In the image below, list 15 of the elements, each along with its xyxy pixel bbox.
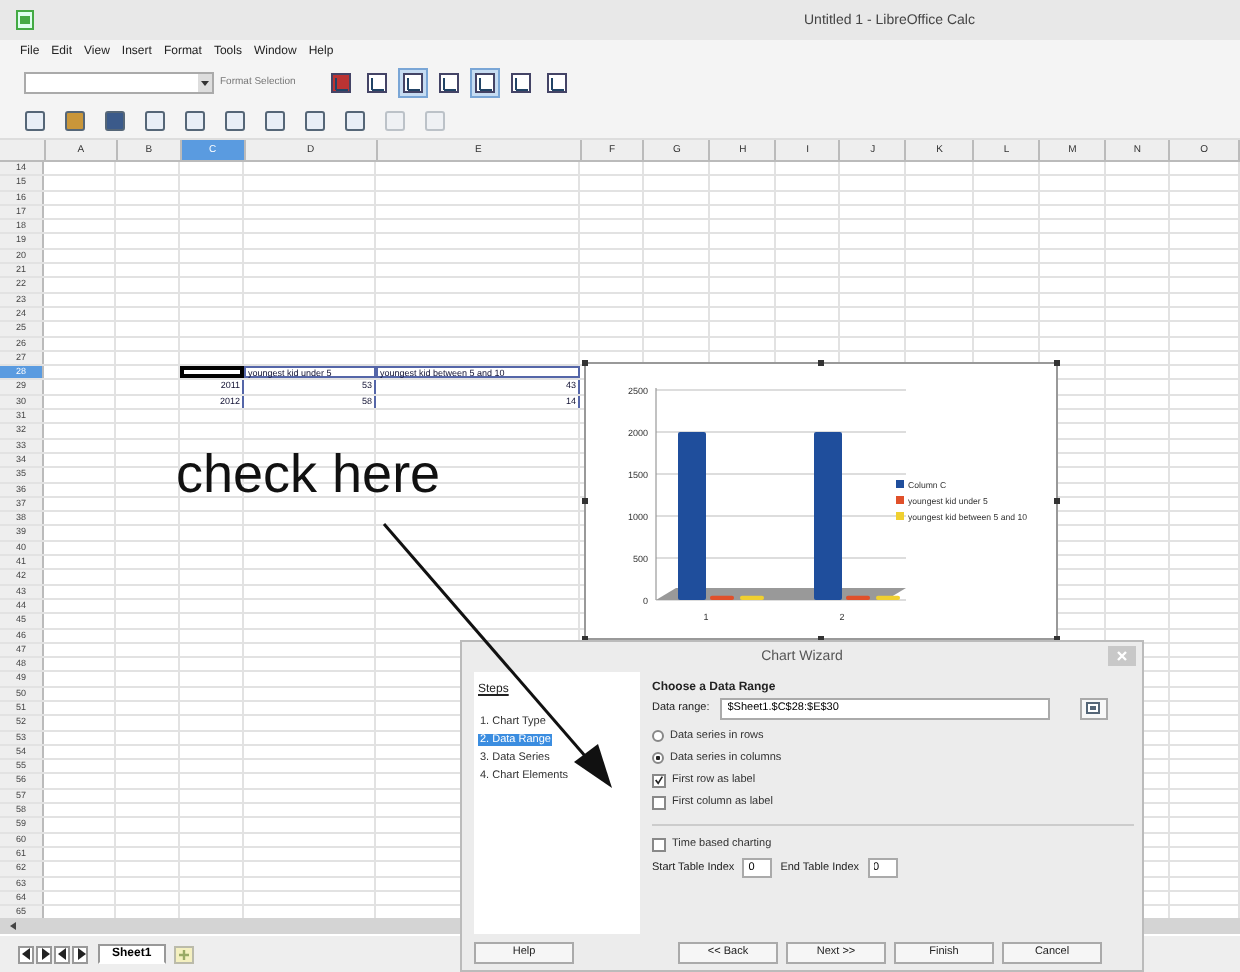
bar [710,595,734,600]
app-icon [16,10,34,30]
bar [876,595,900,600]
sheet-navigation-button[interactable] [54,945,70,963]
bar [740,595,764,600]
sheet-navigation-button[interactable] [72,945,88,963]
window-icon[interactable] [1086,702,1101,715]
checkmark-icon[interactable] [654,774,664,787]
cell-cursor[interactable] [180,366,244,379]
annotation-text: check here [176,444,441,506]
select-range-button[interactable] [1079,697,1108,720]
sheet-navigation-button[interactable] [36,945,52,963]
scroll-left-icon[interactable] [6,922,16,930]
bar [846,595,870,600]
sheet-navigation-button[interactable] [18,945,34,963]
